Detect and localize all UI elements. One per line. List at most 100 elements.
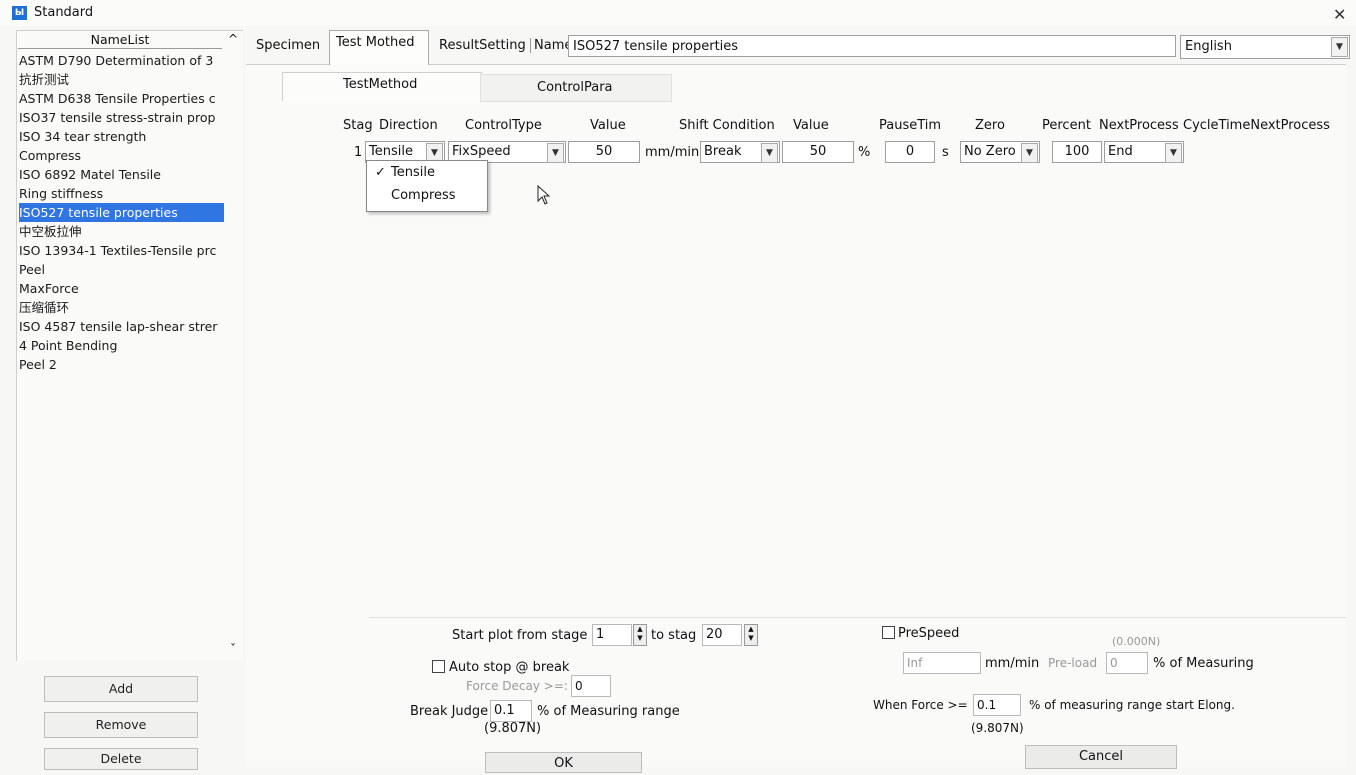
name-input[interactable]: ISO527 tensile properties (568, 35, 1176, 57)
list-item[interactable]: 抗折测试 (19, 70, 224, 89)
checkmark-icon: ✓ (375, 165, 386, 180)
next-process-select[interactable]: End ▼ (1104, 141, 1184, 163)
pause-time-input[interactable]: 0 (885, 141, 935, 163)
prespeed-input[interactable]: Inf (903, 652, 981, 674)
namelist-header: NameList (18, 32, 222, 49)
header-stage: Stag (343, 118, 373, 133)
app-icon: Ы (12, 6, 27, 20)
header-shift-value: Value (793, 118, 829, 133)
auto-stop-label: Auto stop @ break (449, 660, 570, 675)
next-process-value: End (1108, 144, 1133, 159)
prespeed-unit: mm/min (985, 656, 1040, 671)
header-pause-time: PauseTim (879, 118, 942, 133)
tab-control-para-label: ControlPara (537, 80, 613, 95)
list-item[interactable]: 中空板拉伸 (19, 222, 224, 241)
list-item[interactable]: ISO37 tensile stress-strain prop (19, 108, 224, 127)
prespeed-label: PreSpeed (898, 626, 960, 641)
delete-button[interactable]: Delete (44, 748, 198, 770)
start-plot-input[interactable]: 1 (592, 624, 632, 646)
scroll-down-icon[interactable]: ˇ (226, 642, 240, 656)
when-force-unit: % of measuring range start Elong. (1029, 698, 1235, 712)
header-control-type: ControlType (465, 118, 542, 133)
chevron-down-icon[interactable]: ▼ (547, 143, 564, 163)
shift-condition-value: Break (704, 144, 742, 159)
language-select[interactable]: English ▼ (1180, 35, 1350, 59)
header-cycle-time-next-process: CycleTimeNextProcess (1183, 118, 1330, 133)
when-force-input[interactable]: 0.1 (973, 694, 1021, 716)
break-judge-unit: % of Measuring range (537, 704, 680, 719)
scroll-up-icon[interactable]: ^ (226, 32, 240, 46)
tab-test-method[interactable]: TestMethod (282, 72, 482, 101)
header-shift-condition: Shift Condition (679, 118, 775, 133)
list-item[interactable]: ISO 6892 Matel Tensile (19, 165, 224, 184)
dropdown-option-compress[interactable]: Compress (391, 188, 456, 203)
tab-specimen[interactable]: Specimen (256, 38, 320, 53)
control-type-value: FixSpeed (452, 144, 511, 159)
list-item[interactable]: 压缩循环 (19, 298, 224, 317)
list-item[interactable]: ISO 34 tear strength (19, 127, 224, 146)
start-plot-label: Start plot from stage (452, 628, 588, 643)
to-stage-input[interactable]: 20 (702, 624, 742, 646)
auto-stop-checkbox[interactable] (432, 660, 445, 673)
chevron-down-icon[interactable]: ▼ (1165, 143, 1182, 163)
cancel-button[interactable]: Cancel (1025, 745, 1177, 769)
prespeed-checkbox[interactable] (882, 626, 895, 639)
list-item[interactable]: ASTM D638 Tensile Properties c (19, 89, 224, 108)
tab-control-para[interactable]: ControlPara (480, 74, 672, 102)
speed-unit: mm/min (645, 145, 700, 160)
list-item[interactable]: MaxForce (19, 279, 224, 298)
header-zero: Zero (975, 118, 1005, 133)
list-item[interactable]: 4 Point Bending (19, 336, 224, 355)
tab-test-mothed[interactable]: Test Mothed (336, 35, 415, 50)
break-judge-input[interactable]: 0.1 (490, 700, 532, 722)
remove-button[interactable]: Remove (44, 712, 198, 738)
list-item[interactable]: ASTM D790 Determination of 3 (19, 51, 224, 70)
language-value: English (1185, 39, 1232, 54)
zero-select[interactable]: No Zero ▼ (960, 141, 1040, 163)
window-title: Standard (34, 5, 94, 20)
chevron-down-icon[interactable]: ▼ (1021, 143, 1038, 163)
name-label: Name (530, 38, 572, 53)
title-bar (0, 0, 1356, 26)
list-item[interactable]: ISO 4587 tensile lap-shear strer (19, 317, 224, 336)
break-judge-force: (9.807N) (484, 721, 542, 736)
percent-input[interactable]: 100 (1052, 141, 1102, 163)
shift-condition-select[interactable]: Break ▼ (700, 141, 780, 163)
chevron-down-icon[interactable]: ▼ (761, 143, 778, 163)
shift-unit: % (858, 145, 871, 160)
list-item[interactable]: Ring stiffness (19, 184, 224, 203)
cursor-icon (537, 185, 551, 205)
force-decay-input[interactable]: 0 (571, 675, 611, 697)
preload-input[interactable]: 0 (1106, 652, 1148, 674)
stage-number: 1 (354, 145, 363, 160)
list-item-selected[interactable]: ISO527 tensile properties (19, 203, 224, 222)
preload-unit: % of Measuring (1153, 656, 1254, 671)
list-item[interactable]: Peel (19, 260, 224, 279)
header-value: Value (590, 118, 626, 133)
speed-value-input[interactable]: 50 (568, 141, 640, 163)
list-item[interactable]: Peel 2 (19, 355, 224, 374)
tab-test-method-label: TestMethod (343, 77, 418, 92)
break-judge-label: Break Judge (410, 704, 489, 719)
direction-value: Tensile (369, 144, 413, 159)
zero-value: No Zero (964, 144, 1016, 159)
dropdown-option-tensile[interactable]: Tensile (391, 165, 435, 180)
close-icon[interactable]: ✕ (1333, 5, 1346, 24)
add-button[interactable]: Add (44, 676, 198, 702)
when-force-label: When Force >= (873, 698, 968, 712)
tab-result-setting[interactable]: ResultSetting (439, 38, 526, 53)
start-plot-spinner[interactable]: ▲ ▼ (633, 624, 647, 646)
to-stage-label: to stag (651, 628, 697, 643)
header-direction: Direction (379, 118, 438, 133)
header-next-process: NextProcess (1099, 118, 1179, 133)
ok-button[interactable]: OK (485, 752, 642, 773)
to-stage-spinner[interactable]: ▲ ▼ (744, 624, 758, 646)
pause-unit: s (942, 145, 949, 160)
force-decay-label: Force Decay >=: (466, 679, 568, 693)
list-item[interactable]: Compress (19, 146, 224, 165)
shift-value-input[interactable]: 50 (782, 141, 854, 163)
list-item[interactable]: ISO 13934-1 Textiles-Tensile prc (19, 241, 224, 260)
header-percent: Percent (1042, 118, 1091, 133)
preload-force: (0.000N) (1112, 635, 1161, 648)
chevron-down-icon[interactable]: ▼ (1331, 37, 1348, 57)
